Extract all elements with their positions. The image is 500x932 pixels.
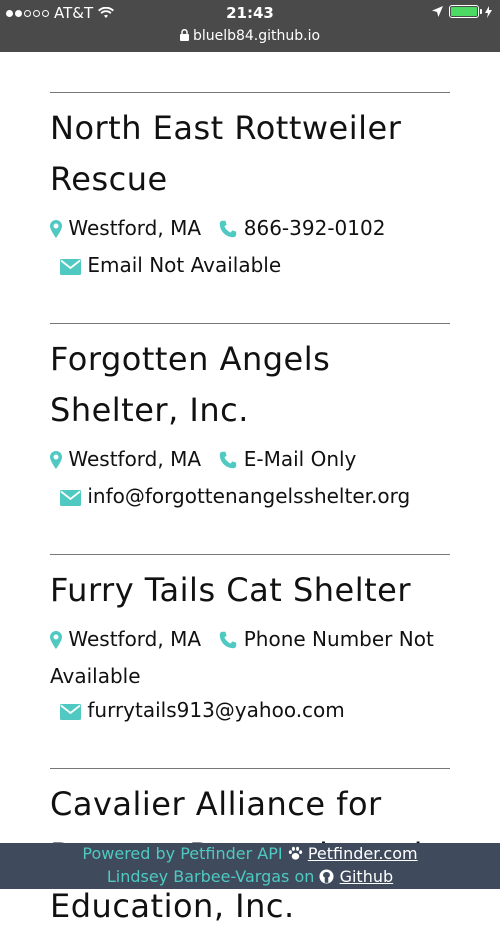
shelter-list: North East Rottweiler Rescue Westford, M… bbox=[50, 92, 450, 932]
status-time: 21:43 bbox=[226, 4, 274, 22]
charging-bolt-icon bbox=[485, 5, 492, 18]
shelter-email: Email Not Available bbox=[87, 253, 282, 277]
map-marker-icon bbox=[50, 625, 62, 659]
petfinder-link[interactable]: Petfinder.com bbox=[308, 844, 418, 863]
page-footer: Powered by Petfinder API Petfinder.com L… bbox=[0, 843, 500, 889]
shelter-email[interactable]: furrytails913@yahoo.com bbox=[87, 698, 344, 722]
shelter-name: North East Rottweiler Rescue bbox=[50, 109, 402, 198]
map-marker-icon bbox=[50, 214, 62, 248]
phone-icon bbox=[219, 445, 237, 479]
shelter-phone: E-Mail Only bbox=[243, 447, 357, 471]
author-text: Lindsey Barbee-Vargas on bbox=[106, 867, 315, 886]
envelope-icon bbox=[60, 251, 81, 285]
url-text: bluelb84.github.io bbox=[192, 28, 321, 44]
shelter-location: Westford, MA bbox=[68, 627, 202, 651]
shelter-name: Forgotten Angels Shelter, Inc. bbox=[50, 340, 331, 429]
paw-icon bbox=[288, 846, 302, 860]
shelter-phone[interactable]: 866-392-0102 bbox=[244, 216, 386, 240]
map-marker-icon bbox=[50, 445, 62, 479]
shelter-email[interactable]: info@forgottenangelsshelter.org bbox=[87, 484, 410, 508]
shelter-location: Westford, MA bbox=[68, 447, 202, 471]
github-link[interactable]: Github bbox=[340, 867, 394, 886]
address-bar[interactable]: bluelb84.github.io bbox=[0, 28, 500, 44]
lock-icon bbox=[179, 28, 189, 41]
github-icon bbox=[319, 869, 335, 884]
battery-icon bbox=[449, 5, 482, 18]
phone-icon bbox=[219, 214, 237, 248]
shelter-location: Westford, MA bbox=[68, 216, 202, 240]
shelter-card: North East Rottweiler Rescue Westford, M… bbox=[50, 92, 450, 323]
location-arrow-icon bbox=[432, 6, 443, 17]
shelter-card: Furry Tails Cat Shelter Westford, MA Pho… bbox=[50, 554, 450, 768]
powered-by-text: Powered by Petfinder API bbox=[82, 844, 283, 863]
status-bar: AT&T 21:43 bluelb84.github.io bbox=[0, 0, 500, 52]
shelter-name: Furry Tails Cat Shelter bbox=[50, 571, 412, 609]
shelter-card: Forgotten Angels Shelter, Inc. Westford,… bbox=[50, 323, 450, 554]
phone-icon bbox=[219, 625, 237, 659]
envelope-icon bbox=[60, 696, 81, 730]
envelope-icon bbox=[60, 482, 81, 516]
